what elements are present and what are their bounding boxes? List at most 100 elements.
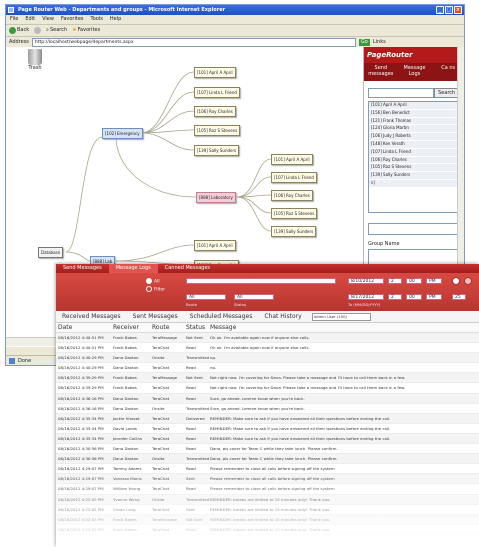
table-row[interactable]: 08/16/2012 4:35:34 PM David Londs TeraChat… <box>56 424 479 434</box>
list-item[interactable]: [105] Roz S Stevens <box>369 164 461 173</box>
table-row[interactable]: 08/16/2012 4:40:51 PM Frank Bobes TeraMess… <box>56 333 479 344</box>
tree-node-emergency[interactable]: [102] Emergency <box>102 128 143 139</box>
tree-node-person[interactable]: [139] Sally Sunders <box>271 226 317 237</box>
to-minute-select[interactable]: 00 <box>406 294 422 300</box>
menu-view[interactable]: View <box>42 15 54 24</box>
tab-send-messages[interactable]: Send Messages <box>56 264 109 273</box>
table-row[interactable]: 08/16/2012 4:40:29 PM Dana Daxton Onsite Tr… <box>56 353 479 364</box>
search-button[interactable]: Search <box>434 88 460 98</box>
table-row[interactable]: 08/16/2012 4:39:29 PM Frank Bobes TeraMess… <box>56 373 479 384</box>
list-item[interactable]: s] <box>369 179 461 188</box>
table-row[interactable]: 08/16/2012 4:40:51 PM Frank Bobes TeraChat… <box>56 343 479 354</box>
tab-received-messages[interactable]: Received Messages <box>56 313 127 320</box>
table-row[interactable]: 08/16/2012 4:22:05 PM Yvonne Wong Onsite Tr… <box>56 494 479 505</box>
from-hour-select[interactable]: 2 <box>388 278 402 284</box>
table-header: Date Receiver Route Status Message <box>56 323 479 333</box>
count-select[interactable]: 25 <box>452 294 466 300</box>
list-item[interactable]: [148] Ken Verath <box>369 140 461 149</box>
chat-user-select[interactable]: Admin User (100) <box>311 312 371 321</box>
table-row[interactable]: 08/16/2012 4:39:29 PM Frank Bobes TeraChat… <box>56 383 479 394</box>
tree-node-person[interactable]: [101] April A April <box>194 67 236 78</box>
col-message[interactable]: Message <box>210 323 479 332</box>
favorites-button[interactable]: ★ Favorites <box>72 25 100 36</box>
table-row[interactable]: 08/16/2012 4:29:07 PM Tammy Adams TeraChat… <box>56 464 479 475</box>
back-button[interactable]: Back <box>9 25 29 36</box>
list-item[interactable]: [156] Ben Benedict <box>369 109 461 118</box>
tree-node-person[interactable]: [105] Roz S Stevens <box>271 208 318 219</box>
go-button[interactable]: Go <box>358 38 370 46</box>
tab-sent-messages[interactable]: Sent Messages <box>127 313 184 320</box>
tree-node-person[interactable]: [101] April A April <box>194 240 236 251</box>
list-item[interactable]: [139] Sally Sunders <box>369 172 461 180</box>
refresh-icon[interactable] <box>452 277 460 285</box>
route-select[interactable]: All <box>186 294 226 300</box>
to-hour-select[interactable]: 2 <box>388 294 402 300</box>
tree-node-person[interactable]: [105] Roz S Stevens <box>194 125 241 136</box>
tree-node-person[interactable]: [106] Roy Charles <box>271 190 313 201</box>
tree-node-laboratory[interactable]: [888] Laboratory <box>196 192 236 203</box>
list-item[interactable]: [101] April A April <box>369 102 461 110</box>
menu-file[interactable]: File <box>10 15 18 24</box>
table-row[interactable]: 08/16/2012 4:36:16 PM Dana Daxton Onsite Tr… <box>56 404 479 414</box>
table-row[interactable]: 08/16/2012 4:29:07 PM William Young TeraCh… <box>56 484 479 495</box>
minimize-icon[interactable]: _ <box>436 6 444 14</box>
to-ampm-select[interactable]: PM <box>426 294 442 300</box>
menu-help[interactable]: Help <box>110 15 121 24</box>
list-item[interactable]: [124] Gloria Martin <box>369 125 461 134</box>
table-row[interactable]: 08/16/2012 4:30:56 PM Dana Daxton Onsite Tr… <box>56 454 479 465</box>
tab-canned-messages[interactable]: Canned Messages <box>158 264 217 273</box>
tree-node-person[interactable]: [106] Roy Charles <box>194 106 236 117</box>
address-input[interactable]: http://localhost/webpage/departments.asp… <box>31 37 356 47</box>
tree-node-person[interactable]: [101] April A April <box>271 154 313 165</box>
table-row[interactable]: 08/16/2012 4:22:05 PM Vivian Lang TeraChat… <box>56 505 479 515</box>
tab-chat-history[interactable]: Chat History <box>258 313 307 320</box>
forward-button[interactable] <box>34 25 42 36</box>
col-date[interactable]: Date <box>56 323 113 332</box>
list-item[interactable]: [106] Roy Charles <box>369 156 461 165</box>
tab-scheduled-messages[interactable]: Scheduled Messages <box>184 313 259 320</box>
table-row[interactable]: 08/16/2012 4:36:16 PM Dana Daxton TeraChat… <box>56 393 479 404</box>
export-icon[interactable] <box>464 277 472 285</box>
contact-list[interactable]: [101] April A April [156] Ben Benedict [… <box>368 101 462 213</box>
search-input[interactable] <box>368 88 434 98</box>
list-item[interactable]: [107] Linda L Friend <box>369 148 461 157</box>
table-row[interactable]: 08/16/2012 4:35:34 PM Jennifer Collins Ter… <box>56 433 479 445</box>
tab-message-logs[interactable]: Message Logs <box>398 63 432 81</box>
tree-node-person[interactable]: [107] Linda L Friend <box>194 87 240 98</box>
menu-tools[interactable]: Tools <box>91 15 103 24</box>
from-date-input[interactable]: 8/10/2012 <box>348 278 384 284</box>
col-receiver[interactable]: Receiver <box>113 323 152 332</box>
group-input[interactable] <box>368 223 462 235</box>
maximize-icon[interactable]: □ <box>445 6 453 14</box>
cell-status: Read <box>186 486 196 492</box>
table-row[interactable]: 08/16/2012 4:22:05 PM Frank Bobes TeraChat… <box>56 525 479 535</box>
list-item[interactable]: [106] Judy J Roberts <box>369 133 461 141</box>
radio-all[interactable]: All <box>146 278 160 285</box>
from-ampm-select[interactable]: PM <box>426 278 442 284</box>
tab-send-messages[interactable]: Send messages <box>364 63 398 81</box>
radio-filter[interactable]: Filter <box>146 286 165 293</box>
table-row[interactable]: 08/16/2012 4:29:07 PM Vanessa Manis TeraCh… <box>56 474 479 485</box>
list-item[interactable]: [121] Frank Thomas <box>369 117 461 126</box>
col-route[interactable]: Route <box>152 323 186 332</box>
tab-message-logs[interactable]: Message Logs <box>108 264 158 273</box>
table-row[interactable]: 08/16/2012 4:30:56 PM Dana Daxton TeraChat… <box>56 444 479 455</box>
filter-text-input[interactable] <box>186 278 336 284</box>
to-date-input[interactable]: 8/17/2012 <box>348 294 384 300</box>
cell-receiver: Frank Bobes <box>113 345 137 351</box>
close-icon[interactable]: × <box>454 6 462 14</box>
menu-favorites[interactable]: Favorites <box>61 15 84 24</box>
tree-node-person[interactable]: [107] Linda L Friend <box>271 172 317 183</box>
col-status[interactable]: Status <box>186 323 210 332</box>
tree-node-person[interactable]: [139] Sally Sunders <box>194 145 240 156</box>
table-row[interactable]: 08/16/2012 4:35:34 PM Jackie Hiroset TeraC… <box>56 413 479 424</box>
search-button[interactable]: ⌕ Search <box>46 25 67 36</box>
tree-node-database[interactable]: Database <box>38 247 64 258</box>
menu-edit[interactable]: Edit <box>25 15 35 24</box>
cell-receiver: Vivian Lang <box>113 506 136 512</box>
status-select[interactable]: All <box>234 294 274 300</box>
links-button[interactable]: Links <box>373 37 386 47</box>
from-minute-select[interactable]: 00 <box>406 278 422 284</box>
table-row[interactable]: 08/16/2012 4:40:29 PM Dana Daxton TeraChat… <box>56 363 479 374</box>
table-row[interactable]: 08/16/2012 4:22:05 PM Frank Bobes TeraMess… <box>56 514 479 525</box>
